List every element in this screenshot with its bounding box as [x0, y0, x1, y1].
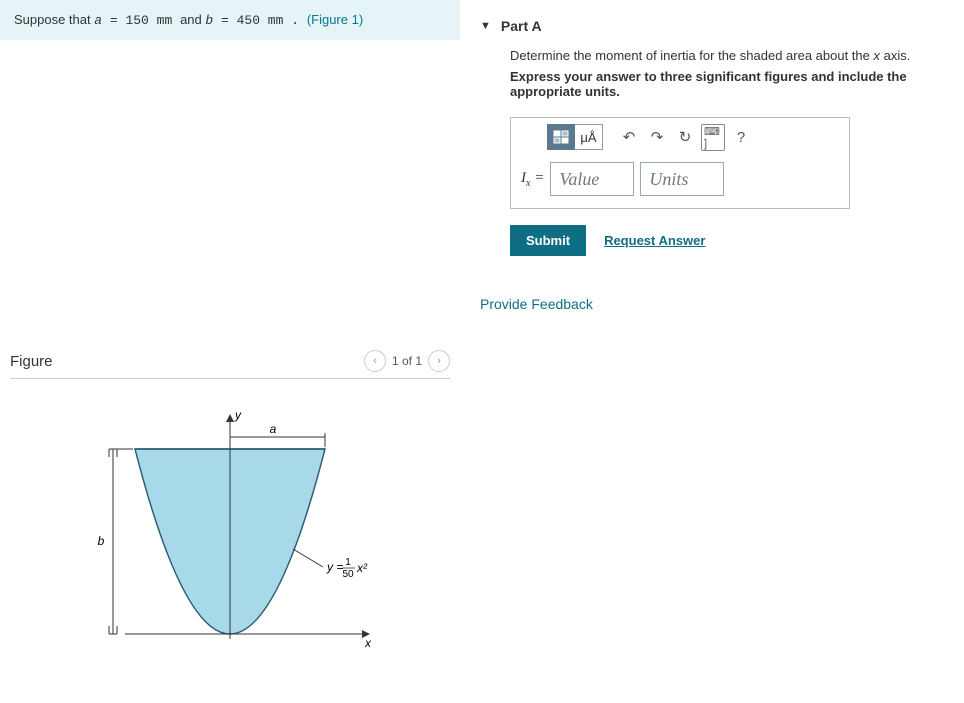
answer-box: μÅ ↶ ↷ ↻ ⌨ ] ? Ix = — [510, 117, 850, 209]
figure-title: Figure — [10, 353, 53, 370]
provide-feedback-link[interactable]: Provide Feedback — [480, 296, 944, 312]
axis-x-label: x — [364, 636, 372, 650]
value-input[interactable] — [550, 162, 634, 196]
text: Suppose that — [14, 12, 94, 27]
redo-button[interactable]: ↷ — [645, 125, 669, 149]
figure-pager: ‹ 1 of 1 › — [364, 350, 450, 372]
val-a: = 150 mm — [102, 13, 180, 28]
answer-lhs: Ix = — [521, 170, 544, 189]
axis-y-label: y — [234, 408, 242, 422]
collapse-icon: ▼ — [480, 20, 491, 32]
help-button[interactable]: ? — [729, 125, 753, 149]
request-answer-link[interactable]: Request Answer — [604, 233, 705, 248]
figure-counter: 1 of 1 — [392, 354, 422, 368]
problem-statement: Suppose that a = 150 mm and b = 450 mm .… — [0, 0, 460, 40]
keyboard-button[interactable]: ⌨ ] — [701, 125, 725, 149]
var-a: a — [94, 13, 102, 28]
units-input[interactable] — [640, 162, 724, 196]
svg-text:1: 1 — [345, 557, 351, 568]
dim-b-label: b — [98, 534, 105, 548]
part-a-header[interactable]: ▼ Part A — [480, 10, 944, 48]
figure-next-button[interactable]: › — [428, 350, 450, 372]
text: and — [180, 12, 205, 27]
submit-button[interactable]: Submit — [510, 225, 586, 256]
part-a-label: Part A — [501, 18, 542, 34]
figure-link[interactable]: (Figure 1) — [307, 12, 363, 27]
special-chars-button[interactable]: μÅ — [575, 124, 603, 150]
dim-a-label: a — [270, 422, 277, 436]
instruction-bold: Express your answer to three significant… — [510, 69, 944, 99]
reset-button[interactable]: ↻ — [673, 125, 697, 149]
val-b: = 450 mm . — [213, 13, 307, 28]
curve-equation: y = — [326, 560, 343, 574]
figure-prev-button[interactable]: ‹ — [364, 350, 386, 372]
svg-text:50: 50 — [342, 569, 354, 580]
figure-image: y x a — [10, 379, 450, 669]
templates-button[interactable] — [547, 124, 575, 150]
svg-text:x²: x² — [356, 561, 368, 575]
instruction-text: Determine the moment of inertia for the … — [510, 48, 944, 63]
undo-button[interactable]: ↶ — [617, 125, 641, 149]
